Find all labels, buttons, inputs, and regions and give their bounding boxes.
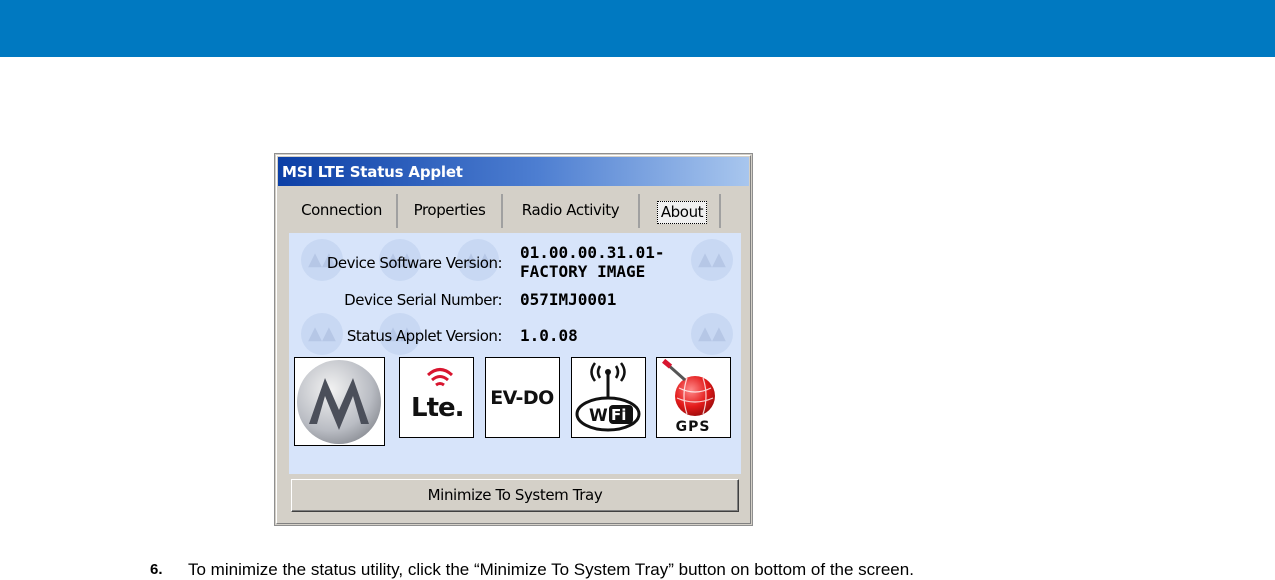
lte-logo-icon: Lte. bbox=[399, 357, 474, 438]
window-titlebar[interactable]: MSI LTE Status Applet bbox=[278, 157, 749, 186]
applet-version-label: Status Applet Version: bbox=[346, 327, 503, 345]
svg-text:Fi: Fi bbox=[611, 406, 626, 424]
gps-logo-icon: GPS bbox=[656, 357, 731, 438]
software-version-label: Device Software Version: bbox=[326, 254, 503, 272]
svg-text:Lte.: Lte. bbox=[411, 393, 464, 423]
motorola-logo-icon bbox=[294, 357, 385, 446]
software-version-value: 01.00.00.31.01- FACTORY IMAGE bbox=[520, 243, 665, 281]
tab-radio-activity[interactable]: Radio Activity bbox=[503, 194, 640, 228]
tab-strip: Connection Properties Radio Activity Abo… bbox=[287, 192, 742, 228]
applet-version-value: 1.0.08 bbox=[520, 326, 578, 345]
tab-about[interactable]: About bbox=[645, 194, 721, 228]
header-band bbox=[0, 0, 1275, 57]
svg-text:EV-DO: EV-DO bbox=[490, 387, 554, 409]
watermark-icon: ▲▲ bbox=[691, 313, 733, 355]
tab-properties[interactable]: Properties bbox=[398, 194, 503, 228]
svg-text:GPS: GPS bbox=[676, 419, 711, 435]
window-title: MSI LTE Status Applet bbox=[282, 163, 463, 181]
about-panel: ▲▲ ▲▲ ▲▲ ▲▲ ▲▲ ▲▲ ▲▲ Device Software Ver… bbox=[289, 233, 741, 474]
serial-number-value: 057IMJ0001 bbox=[520, 290, 617, 309]
serial-number-label: Device Serial Number: bbox=[344, 291, 502, 309]
ev-do-logo-icon: EV-DO bbox=[485, 357, 560, 438]
watermark-icon: ▲▲ bbox=[691, 239, 733, 281]
minimize-to-system-tray-button[interactable]: Minimize To System Tray bbox=[291, 479, 739, 512]
step-number: 6. bbox=[150, 561, 163, 578]
wifi-logo-icon: Wi Fi bbox=[571, 357, 646, 438]
tab-connection[interactable]: Connection bbox=[287, 194, 398, 228]
status-applet-window: MSI LTE Status Applet Connection Propert… bbox=[274, 153, 753, 526]
step-text: To minimize the status utility, click th… bbox=[188, 560, 914, 579]
